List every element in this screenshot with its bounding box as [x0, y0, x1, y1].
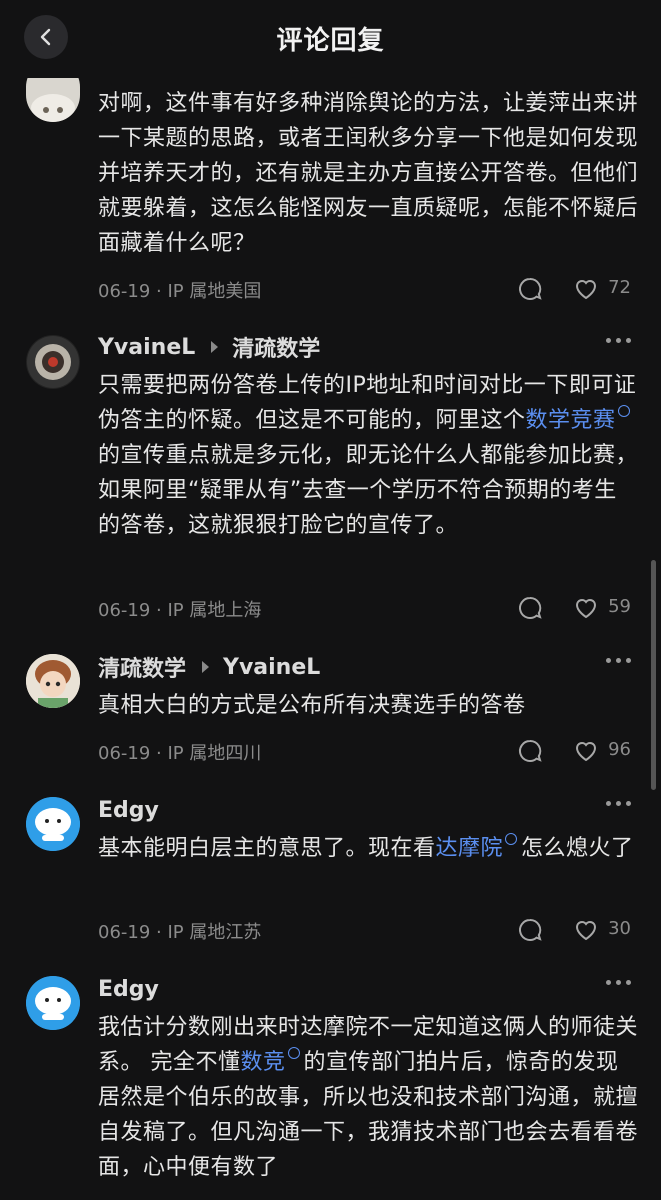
reply-to-username[interactable]: 清疏数学	[232, 331, 320, 363]
search-link[interactable]: 数竞	[241, 1050, 286, 1075]
heart-icon[interactable]	[573, 738, 599, 764]
username-row: Edgy	[98, 972, 159, 1006]
comment-meta: 06-19 · IP 属地四川	[98, 743, 262, 764]
scrollbar[interactable]	[651, 560, 656, 790]
more-dots-icon[interactable]	[606, 658, 631, 663]
comment-bubble-icon[interactable]	[517, 276, 543, 302]
comment-text: 对啊，这件事有好多种消除舆论的方法，让姜萍出来讲一下某题的思路，或者王闰秋多分享…	[98, 91, 639, 256]
comment-bubble-icon[interactable]	[517, 738, 543, 764]
more-dots-icon[interactable]	[606, 338, 631, 343]
username-row: Edgy	[98, 793, 159, 827]
comment-meta: 06-19 · IP 属地上海	[98, 600, 262, 621]
username-row: 清疏数学 YvaineL	[98, 650, 320, 684]
heart-icon[interactable]	[573, 595, 599, 621]
username[interactable]: Edgy	[98, 798, 159, 823]
like-count: 72	[608, 277, 631, 298]
reply-arrow-icon	[202, 661, 210, 673]
header-bar: 评论回复	[0, 0, 661, 78]
search-link[interactable]: 达摩院	[436, 836, 504, 861]
comment-meta: 06-19 · IP 属地江苏	[98, 922, 262, 943]
page-title: 评论回复	[276, 26, 385, 56]
reply-arrow-icon	[211, 341, 219, 353]
comment-text: 只需要把两份答卷上传的IP地址和时间对比一下即可证伪答主的怀疑。但这是不可能的，…	[98, 373, 639, 538]
comment-text: 我估计分数刚出来时达摩院不一定知道这俩人的师徒关系。 完全不懂数竞 的宣传部门拍片…	[98, 1015, 639, 1180]
username-row: YvaineL 清疏数学	[98, 330, 320, 364]
avatar[interactable]	[26, 976, 80, 1030]
like-count: 30	[608, 918, 631, 939]
avatar[interactable]	[26, 654, 80, 708]
comment-meta: 06-19 · IP 属地美国	[98, 281, 262, 302]
more-dots-icon[interactable]	[606, 980, 631, 985]
heart-icon[interactable]	[573, 917, 599, 943]
search-link-icon	[505, 833, 518, 845]
like-count: 59	[608, 596, 631, 617]
comment-bubble-icon[interactable]	[517, 595, 543, 621]
username[interactable]: YvaineL	[98, 335, 195, 360]
heart-icon[interactable]	[573, 276, 599, 302]
comment-bubble-icon[interactable]	[517, 917, 543, 943]
search-link[interactable]: 数学竞赛	[526, 408, 616, 433]
avatar[interactable]	[26, 797, 80, 851]
reply-to-username[interactable]: YvaineL	[223, 655, 320, 680]
more-dots-icon[interactable]	[606, 801, 631, 806]
username[interactable]: Edgy	[98, 977, 159, 1002]
avatar[interactable]	[26, 335, 80, 389]
comment-feed[interactable]: 对啊，这件事有好多种消除舆论的方法，让姜萍出来讲一下某题的思路，或者王闰秋多分享…	[0, 0, 661, 1200]
comment-text: 基本能明白层主的意思了。现在看达摩院 怎么熄火了	[98, 831, 638, 866]
like-count: 96	[608, 739, 631, 760]
search-link-icon	[617, 405, 630, 417]
search-link-icon	[287, 1047, 300, 1059]
comment-text: 真相大白的方式是公布所有决赛选手的答卷	[98, 693, 526, 718]
username[interactable]: 清疏数学	[98, 651, 186, 683]
